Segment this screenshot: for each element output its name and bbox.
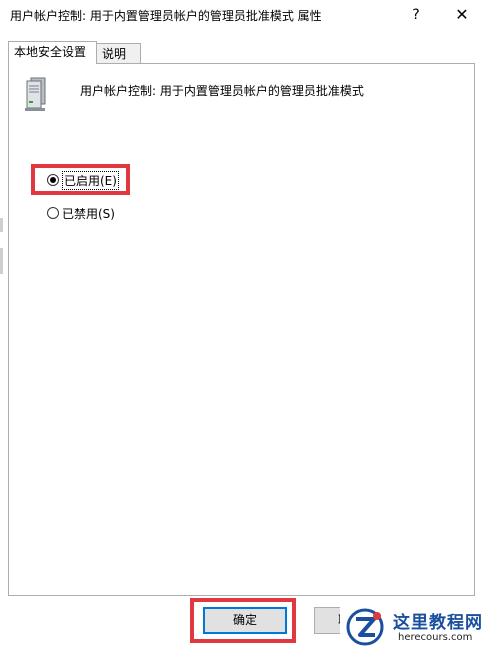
tab-explain[interactable]: 说明: [97, 43, 141, 63]
policy-name: 用户帐户控制: 用于内置管理员帐户的管理员批准模式: [80, 84, 364, 98]
highlight-box-enabled: [31, 164, 130, 195]
radio-unchecked-indicator[interactable]: [47, 207, 59, 219]
background-window-edge: [0, 218, 3, 232]
title-bar: 用户帐户控制: 用于内置管理员帐户的管理员批准模式 属性 ? ✕: [0, 0, 489, 30]
watermark-url: herecours.com: [398, 632, 473, 643]
window-title: 用户帐户控制: 用于内置管理员帐户的管理员批准模式 属性: [10, 9, 322, 23]
help-button[interactable]: ?: [405, 5, 427, 25]
server-icon: [25, 77, 46, 111]
site-watermark: 这里教程网 herecours.com: [340, 604, 489, 651]
z-logo-icon: [346, 608, 384, 646]
tab-local-security-setting[interactable]: 本地安全设置: [8, 41, 97, 64]
settings-panel: [8, 63, 475, 596]
radio-disabled-label[interactable]: 已禁用(S): [62, 205, 115, 222]
highlight-box-ok: [190, 598, 296, 643]
watermark-site-name: 这里教程网: [393, 613, 483, 633]
radio-disabled[interactable]: 已禁用(S): [47, 205, 115, 221]
background-window-edge: [0, 248, 3, 274]
tab-label: 本地安全设置: [14, 45, 87, 59]
close-button[interactable]: ✕: [449, 3, 475, 27]
tab-label: 说明: [102, 47, 127, 61]
